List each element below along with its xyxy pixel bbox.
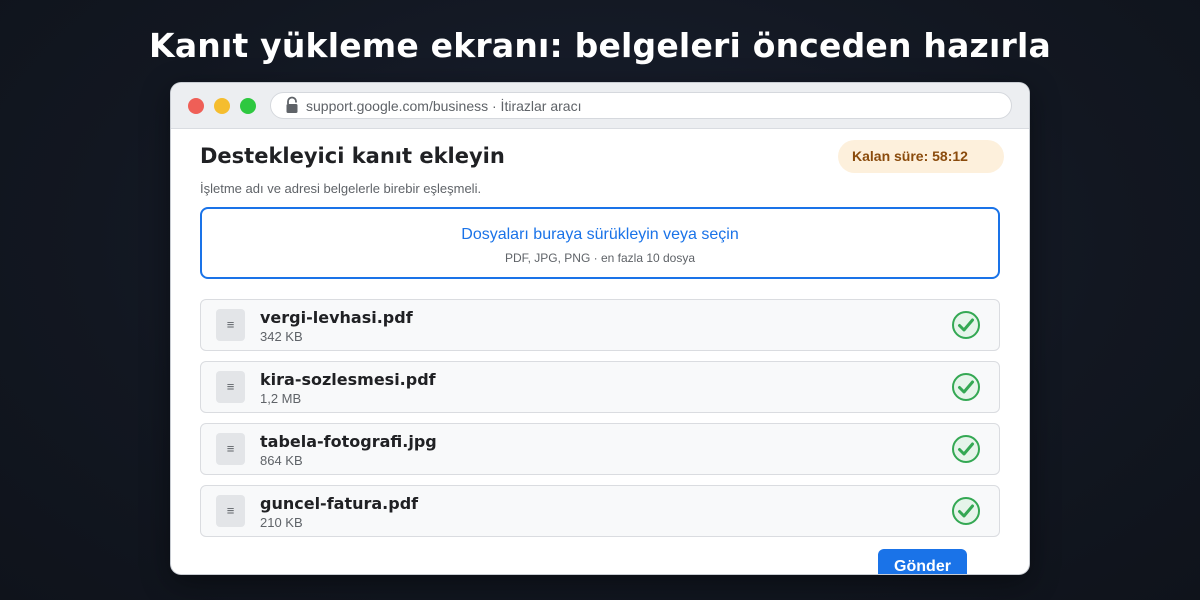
minimize-window-button[interactable]: [214, 98, 230, 114]
file-size: 210 KB: [260, 515, 303, 530]
file-name: tabela-fotografi.jpg: [260, 432, 437, 451]
url-text: support.google.com/business · İtirazlar …: [306, 98, 582, 114]
close-window-button[interactable]: [188, 98, 204, 114]
file-name: guncel-fatura.pdf: [260, 494, 419, 513]
address-bar[interactable]: support.google.com/business · İtirazlar …: [270, 92, 1012, 119]
file-item: ≡ guncel-fatura.pdf 210 KB: [200, 485, 1000, 537]
browser-titlebar: support.google.com/business · İtirazlar …: [171, 83, 1029, 129]
document-icon: ≡: [216, 433, 245, 465]
file-item: ≡ vergi-levhasi.pdf 342 KB: [200, 299, 1000, 351]
page-content: Destekleyici kanıt ekleyin Kalan süre: 5…: [171, 129, 1029, 574]
file-size: 1,2 MB: [260, 391, 302, 406]
file-name: kira-sozlesmesi.pdf: [260, 370, 436, 389]
page-title: Destekleyici kanıt ekleyin: [200, 144, 505, 168]
check-circle-icon: [952, 497, 980, 525]
timer-badge: Kalan süre: 58:12: [838, 140, 1004, 173]
lock-icon: [286, 96, 298, 113]
document-icon: ≡: [216, 309, 245, 341]
maximize-window-button[interactable]: [240, 98, 256, 114]
page-subtitle: İşletme adı ve adresi belgelerle birebir…: [200, 181, 482, 196]
file-item: ≡ kira-sozlesmesi.pdf 1,2 MB: [200, 361, 1000, 413]
check-circle-icon: [952, 311, 980, 339]
document-icon: ≡: [216, 495, 245, 527]
file-dropzone[interactable]: Dosyaları buraya sürükleyin veya seçin P…: [200, 207, 1000, 279]
file-size: 342 KB: [260, 329, 303, 344]
document-icon: ≡: [216, 371, 245, 403]
file-size: 864 KB: [260, 453, 303, 468]
submit-button[interactable]: Gönder: [878, 549, 967, 574]
browser-window: support.google.com/business · İtirazlar …: [171, 83, 1029, 574]
headline: Kanıt yükleme ekranı: belgeleri önceden …: [149, 26, 1051, 65]
file-name: vergi-levhasi.pdf: [260, 308, 413, 327]
check-circle-icon: [952, 435, 980, 463]
check-circle-icon: [952, 373, 980, 401]
dropzone-title: Dosyaları buraya sürükleyin veya seçin: [461, 226, 739, 243]
file-item: ≡ tabela-fotografi.jpg 864 KB: [200, 423, 1000, 475]
dropzone-hint: PDF, JPG, PNG · en fazla 10 dosya: [504, 251, 696, 265]
